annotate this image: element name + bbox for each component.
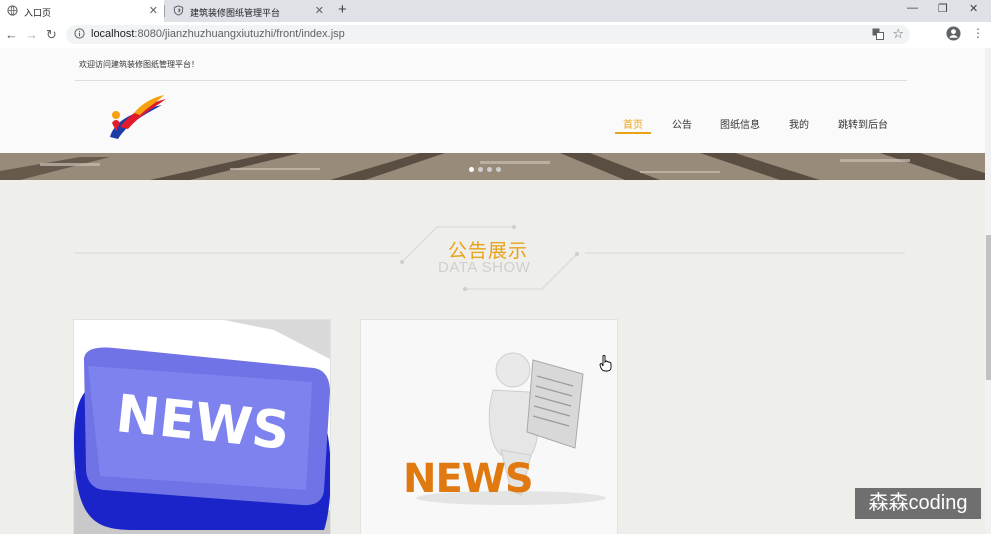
browser-tab-inactive[interactable]: 建筑装修图纸管理平台 ✕ bbox=[166, 0, 330, 22]
nav-admin[interactable]: 跳转到后台 bbox=[838, 116, 888, 131]
carousel-dot[interactable] bbox=[469, 167, 474, 172]
notice-card[interactable]: NEWS bbox=[360, 319, 618, 534]
card-image-text: NEWS bbox=[403, 456, 533, 502]
browser-menu-icon[interactable]: ⋮ bbox=[972, 26, 984, 40]
page-viewport: 欢迎访问建筑装修图纸管理平台！ 首页 公告 图纸信息 我的 跳转到后台 公告展示… bbox=[0, 48, 985, 534]
welcome-text: 欢迎访问建筑装修图纸管理平台！ bbox=[79, 60, 199, 69]
nav-notice[interactable]: 公告 bbox=[672, 116, 692, 131]
window-close-icon[interactable]: ✕ bbox=[969, 2, 978, 15]
bookmark-star-icon[interactable]: ☆ bbox=[892, 26, 904, 42]
nav-home[interactable]: 首页 bbox=[623, 116, 643, 131]
tab-separator bbox=[164, 5, 165, 17]
nav-mine[interactable]: 我的 bbox=[789, 116, 809, 131]
carousel-dot[interactable] bbox=[496, 167, 501, 172]
tab-title: 建筑装修图纸管理平台 bbox=[190, 8, 281, 18]
tab-title: 入口页 bbox=[24, 8, 52, 18]
header-divider bbox=[75, 80, 907, 81]
site-logo[interactable] bbox=[104, 93, 168, 141]
back-icon[interactable]: ← bbox=[5, 27, 18, 42]
scrollbar-thumb[interactable] bbox=[986, 235, 991, 380]
address-bar[interactable]: localhost:8080/jianzhuzhuangxiutuzhi/fro… bbox=[66, 25, 910, 44]
shield-icon bbox=[173, 5, 184, 16]
globe-icon bbox=[7, 5, 18, 16]
site-header: 欢迎访问建筑装修图纸管理平台！ 首页 公告 图纸信息 我的 跳转到后台 bbox=[0, 48, 985, 153]
browser-tab-bar: 入口页 ✕ 建筑装修图纸管理平台 ✕ + — ❐ ✕ bbox=[0, 0, 991, 22]
url-path: :8080/jianzhuzhuangxiutuzhi/front/index.… bbox=[134, 28, 345, 40]
profile-avatar-icon[interactable] bbox=[946, 26, 961, 41]
forward-icon[interactable]: → bbox=[25, 27, 38, 42]
hand-cursor-icon bbox=[599, 355, 612, 372]
browser-tab-active[interactable]: 入口页 ✕ bbox=[0, 0, 164, 22]
translate-icon[interactable] bbox=[872, 28, 884, 40]
url-host: localhost bbox=[91, 28, 135, 40]
new-tab-button[interactable]: + bbox=[338, 1, 347, 18]
browser-toolbar: ← → ↻ localhost:8080/jianzhuzhuangxiutuz… bbox=[0, 22, 991, 49]
info-icon[interactable] bbox=[74, 28, 85, 39]
nav-active-underline bbox=[615, 132, 651, 134]
video-watermark: 森森coding bbox=[855, 488, 981, 519]
url-text[interactable]: localhost:8080/jianzhuzhuangxiutuzhi/fro… bbox=[91, 28, 345, 40]
tab-close-icon[interactable]: ✕ bbox=[315, 4, 324, 17]
carousel-dot[interactable] bbox=[478, 167, 483, 172]
page-scrollbar[interactable] bbox=[985, 48, 991, 534]
news-reading-figure-image: NEWS bbox=[361, 320, 617, 534]
news-keyboard-key-image: NEWS bbox=[74, 320, 330, 534]
reload-icon[interactable]: ↻ bbox=[46, 27, 57, 43]
nav-drawings[interactable]: 图纸信息 bbox=[720, 116, 760, 131]
minimize-icon[interactable]: — bbox=[907, 2, 918, 14]
carousel-indicators bbox=[469, 159, 505, 177]
section-subtitle: DATA SHOW bbox=[438, 259, 531, 276]
restore-icon[interactable]: ❐ bbox=[938, 2, 948, 15]
carousel-dot[interactable] bbox=[487, 167, 492, 172]
notice-card[interactable]: NEWS bbox=[73, 319, 331, 534]
tab-close-icon[interactable]: ✕ bbox=[149, 4, 158, 17]
